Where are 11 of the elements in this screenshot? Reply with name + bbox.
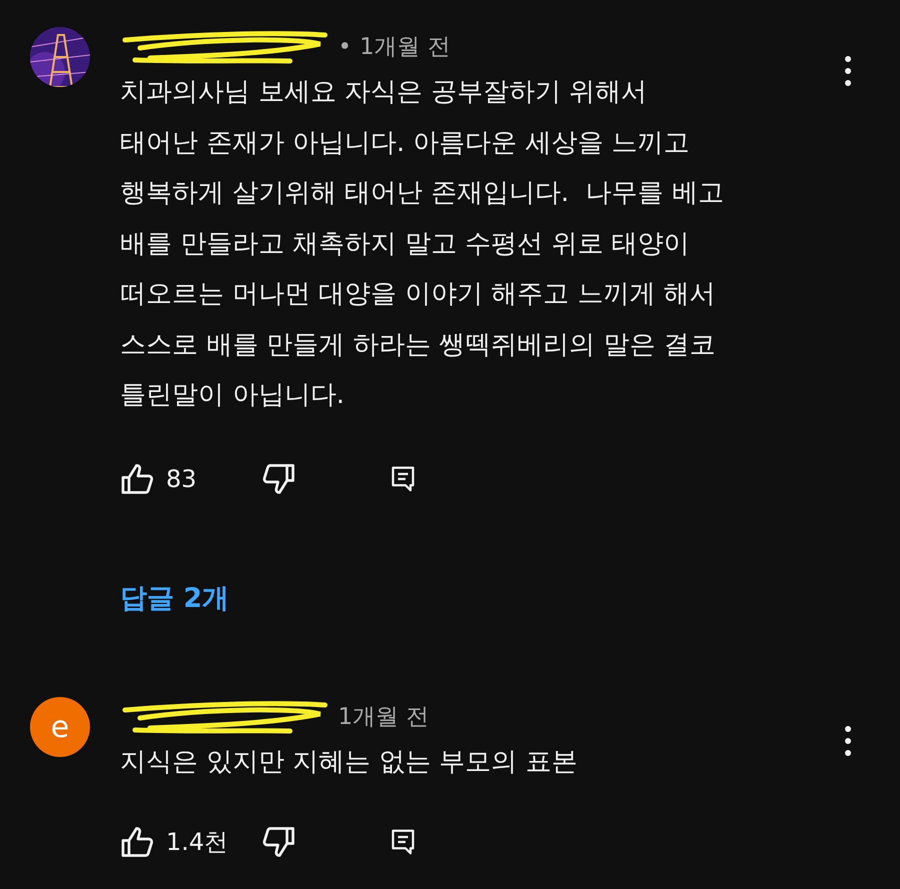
more-options-icon[interactable] [844,55,852,87]
comment-text: 치과의사님 보세요 자식은 공부잘하기 위해서 태어난 존재가 아닙니다. 아름다운 세상을 느끼고 행복하게 살기위해 태어난 존재입니다. 나무를 베고 배를 만들라고 채촉하지 말고 수평선 위로 태양이 떠오르는 머나먼 대양을 이야기 해주고 느끼게 해서 스스로 배를 만들게 하라는 쌩떽쥐베리의 말은 결코 틀린말이 아닙니다. [120,76,725,412]
separator-dot: • [338,32,352,62]
avatar: e [30,697,90,757]
replies-link[interactable]: 답글 2개 [120,578,230,619]
comment-time: 1개월 전 [338,702,429,732]
more-options-icon[interactable] [844,725,852,757]
comment-time: 1개월 전 [360,32,451,62]
comment-text: 지식은 있지만 지혜는 없는 부모의 표본 [120,746,578,779]
like-count: 83 [166,464,197,494]
like-count: 1.4천 [166,826,228,858]
